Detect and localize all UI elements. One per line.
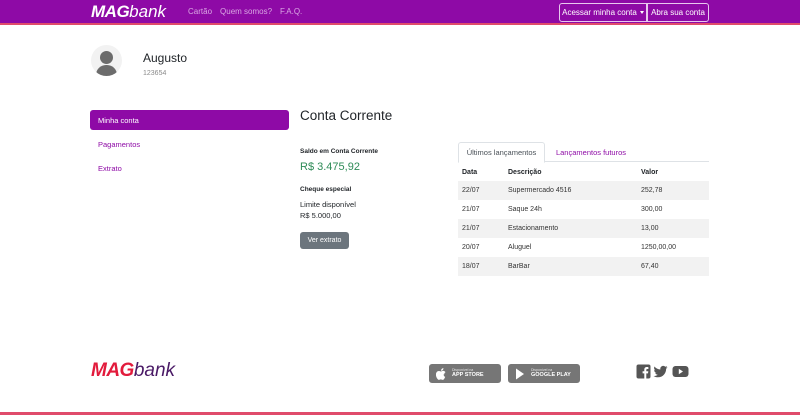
sidebar-item-minha-conta[interactable]: Minha conta	[90, 110, 289, 130]
sidebar-item-label: Minha conta	[98, 115, 139, 125]
user-name: Augusto	[143, 51, 188, 65]
nav-links: Cartão Quem somos? F.A.Q.	[188, 7, 302, 16]
cell-description: BarBar	[504, 257, 637, 276]
apple-icon	[435, 367, 447, 380]
cell-value: 300,00	[641, 206, 663, 213]
youtube-icon[interactable]	[672, 364, 689, 379]
google-play-badge[interactable]: Disponível na GOOGLE PLAY	[508, 364, 580, 383]
cell-description: Saque 24h	[508, 206, 542, 213]
column-header-valor: Valor	[641, 168, 659, 176]
top-navbar: MAG bank Cartão Quem somos? F.A.Q. Acess…	[0, 0, 800, 25]
cell-value: 1250,00,00	[641, 244, 677, 251]
balance-value: R$ 3.475,92	[300, 161, 360, 173]
cell-date: 20/07	[462, 244, 480, 251]
view-statement-button[interactable]: Ver extrato	[300, 232, 349, 249]
access-account-label: Acessar minha conta	[562, 8, 637, 17]
facebook-icon[interactable]	[636, 364, 651, 379]
footer-logo-mag: MAG	[91, 360, 134, 381]
table-row: 22/07 Supermercado 4516 252,78	[458, 181, 709, 200]
app-store-badge[interactable]: Disponível na APP STORE	[429, 364, 501, 383]
limit-label: Limite disponível	[300, 200, 356, 209]
limit-value: R$ 5.000,00	[300, 211, 341, 220]
cell-date: 21/07	[462, 206, 480, 213]
transactions-table: Data Descrição Valor 22/07 Supermercado …	[458, 163, 709, 276]
cell-value: 13,00	[637, 219, 709, 238]
twitter-icon[interactable]	[653, 364, 668, 379]
open-account-label: Abra sua conta	[651, 8, 705, 17]
user-avatar-icon	[100, 51, 113, 64]
cell-description: Supermercado 4516	[504, 181, 637, 200]
table-header-row: Data Descrição Valor	[458, 163, 709, 181]
column-header-descricao: Descrição	[508, 168, 542, 176]
google-play-icon	[514, 368, 526, 380]
magbank-logo[interactable]: MAG bank	[91, 2, 166, 22]
logo-bank-text: bank	[129, 2, 167, 21]
sidebar-menu: Minha conta Pagamentos Extrato	[90, 110, 289, 182]
app-store-big-text: APP STORE	[452, 371, 484, 378]
table-row: 21/07 Saque 24h 300,00	[458, 200, 709, 219]
cell-description: Aluguel	[508, 244, 532, 251]
cell-date: 18/07	[458, 257, 504, 276]
balance-label: Saldo em Conta Corrente	[300, 148, 379, 155]
caret-down-icon	[639, 11, 644, 14]
cell-description: Estacionamento	[504, 219, 637, 238]
open-account-button[interactable]: Abra sua conta	[647, 3, 709, 22]
sidebar-item-pagamentos[interactable]: Pagamentos	[90, 134, 289, 154]
transactions-tabs: Últimos lançamentos Lançamentos futuros	[458, 142, 709, 163]
nav-link-faq[interactable]: F.A.Q.	[280, 7, 302, 16]
footer-logo-bank: bank	[133, 360, 176, 381]
table-row: 21/07 Estacionamento 13,00	[458, 219, 709, 238]
table-row: 18/07 BarBar 67,40	[458, 257, 709, 276]
nav-link-quem-somos[interactable]: Quem somos?	[220, 7, 272, 16]
table-row: 20/07 Aluguel 1250,00,00	[458, 238, 709, 257]
column-header-data: Data	[462, 168, 478, 176]
cell-date: 22/07	[458, 181, 504, 200]
avatar	[91, 45, 122, 76]
cell-value: 67,40	[637, 257, 709, 276]
page-title: Conta Corrente	[300, 108, 393, 123]
footer-logo[interactable]: MAG bank	[91, 360, 175, 382]
tab-lancamentos-futuros[interactable]: Lançamentos futuros	[545, 142, 637, 162]
nav-link-cartao[interactable]: Cartão	[188, 7, 212, 16]
sidebar-item-extrato[interactable]: Extrato	[90, 158, 289, 178]
cell-value: 252,78	[637, 181, 709, 200]
tab-ultimos-lancamentos[interactable]: Últimos lançamentos	[458, 142, 545, 163]
tab-label: Últimos lançamentos	[466, 148, 537, 157]
view-statement-label: Ver extrato	[307, 237, 342, 244]
cell-date: 21/07	[458, 219, 504, 238]
tab-label: Lançamentos futuros	[555, 147, 627, 157]
google-play-big-text: GOOGLE PLAY	[531, 371, 571, 378]
user-id: 123654	[143, 70, 167, 77]
cheque-especial-label: Cheque especial	[300, 186, 352, 193]
sidebar-item-label: Pagamentos	[98, 139, 141, 149]
logo-mag-text: MAG	[91, 2, 130, 21]
access-account-dropdown[interactable]: Acessar minha conta	[559, 3, 647, 22]
sidebar-item-label: Extrato	[98, 163, 122, 173]
